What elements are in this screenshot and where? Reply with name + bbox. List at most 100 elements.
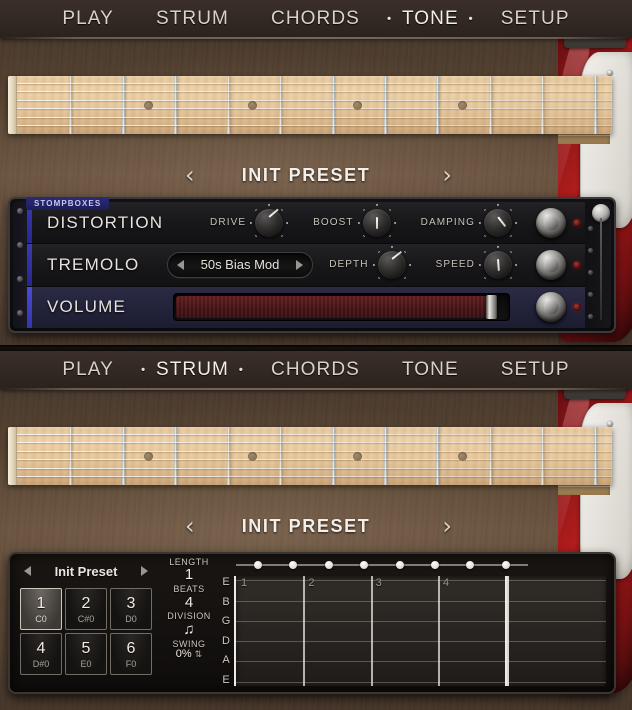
nav-item-play[interactable]: PLAY	[60, 359, 116, 381]
rack-rail-slider[interactable]	[600, 218, 602, 320]
nav-item-chords[interactable]: CHORDS	[269, 359, 362, 381]
control-damping: DAMPING	[421, 203, 517, 242]
pad-4[interactable]: 4 D#0	[20, 633, 62, 675]
nav-item-play[interactable]: PLAY	[60, 8, 116, 30]
fretboard-bottom[interactable]	[8, 427, 612, 485]
nav-item-setup[interactable]: SETUP	[499, 359, 572, 381]
guitar-string[interactable]	[17, 434, 612, 435]
volume-slider[interactable]	[173, 293, 510, 322]
beat-number: 4	[443, 577, 450, 589]
row-accent-bar	[27, 286, 32, 328]
stompboxes-label: STOMPBOXES	[34, 199, 102, 208]
preset-prev-button[interactable]: ‹	[185, 512, 195, 540]
nut	[8, 427, 17, 485]
guitar-string[interactable]	[17, 476, 612, 477]
length-dot[interactable]	[289, 561, 298, 569]
length-dot[interactable]	[395, 561, 404, 569]
nav-item-tone[interactable]: TONE	[400, 8, 461, 30]
preset-next-button[interactable]: ›	[442, 512, 452, 540]
pattern-name: Init Preset	[54, 563, 118, 579]
footswitch-distortion[interactable]	[536, 207, 566, 238]
screw-icon	[588, 314, 593, 319]
guitar-string[interactable]	[17, 467, 612, 469]
stompboxes-tab[interactable]: STOMPBOXES	[26, 197, 110, 210]
param-value[interactable]: 4	[173, 594, 204, 611]
stompbox-row-tremolo: TREMOLO 50s Bias Mod DEPTH SPEED	[27, 244, 585, 287]
drive-knob[interactable]	[250, 203, 289, 242]
control-drive: DRIVE	[210, 203, 289, 242]
dropdown-prev-icon[interactable]	[177, 259, 184, 270]
stompbox-rows: DISTORTION DRIVE BOOST DAMPING TREMOLO 50s Bi…	[27, 202, 585, 328]
pad-5[interactable]: 5 E0	[65, 633, 107, 675]
nav-item-strum[interactable]: STRUM	[154, 359, 231, 381]
guitar-string[interactable]	[17, 450, 612, 452]
pad-3[interactable]: 3 D0	[110, 588, 152, 630]
string-label: A	[222, 654, 230, 667]
control-depth: DEPTH	[329, 245, 411, 284]
screw-icon	[588, 292, 593, 297]
damping-knob[interactable]	[479, 203, 517, 242]
row-accent-bar	[27, 244, 32, 286]
dropdown-value: 50s Bias Mod	[200, 257, 280, 273]
preset-prev-button[interactable]: ‹	[185, 161, 195, 189]
tablature-grid[interactable]: 1 2 3 4	[234, 576, 606, 686]
param-value[interactable]: 0% ⇅	[173, 648, 206, 661]
string-label: B	[222, 595, 230, 608]
pad-note: C#0	[77, 613, 95, 624]
pad-1[interactable]: 1 C0	[20, 588, 62, 630]
nav-item-tone[interactable]: TONE	[400, 359, 461, 381]
pad-note: F0	[125, 658, 137, 669]
guitar-string[interactable]	[17, 83, 612, 84]
app-root: PLAY STRUM CHORDS TONE SETUP ‹ INIT PRESET ›…	[0, 0, 632, 710]
length-dot[interactable]	[360, 561, 369, 569]
string-label: G	[221, 615, 231, 628]
control-label: SPEED	[435, 259, 475, 271]
nav-item-chords[interactable]: CHORDS	[269, 8, 362, 30]
fretboard-top[interactable]	[8, 76, 612, 134]
swing-spinner-icon[interactable]: ⇅	[195, 649, 203, 659]
preset-next-button[interactable]: ›	[442, 161, 452, 189]
screw-icon	[17, 208, 23, 214]
nav-item-strum[interactable]: STRUM	[154, 8, 231, 30]
length-dot[interactable]	[324, 561, 333, 569]
pattern-next-icon[interactable]	[141, 566, 148, 576]
guitar-string[interactable]	[17, 125, 612, 126]
param-value[interactable]: 1	[169, 567, 209, 583]
length-dot[interactable]	[253, 561, 262, 569]
nav-item-setup[interactable]: SETUP	[499, 8, 572, 30]
pattern-prev-icon[interactable]	[24, 566, 31, 576]
beat-number: 1	[241, 577, 248, 589]
tremolo-mode-dropdown[interactable]: 50s Bias Mod	[167, 251, 313, 278]
volume-slider-handle[interactable]	[486, 295, 498, 320]
length-dot[interactable]	[466, 561, 475, 569]
guitar-string[interactable]	[17, 442, 612, 444]
guitar-string[interactable]	[17, 108, 612, 110]
strum-sequencer: Init Preset 1 C0 2 C#0 3 D0 4 D#0 5 E0 6 F0 LENGTH 1…	[8, 552, 616, 694]
guitar-string[interactable]	[17, 459, 612, 461]
guitar-string[interactable]	[17, 99, 612, 101]
string-label: E	[222, 576, 230, 588]
footswitch-tremolo[interactable]	[536, 249, 566, 280]
param-value[interactable]: ♫	[167, 622, 211, 638]
dropdown-next-icon[interactable]	[296, 259, 303, 270]
footswitch-volume[interactable]	[536, 292, 566, 323]
inlay-dot-icon	[143, 101, 153, 110]
effect-name: DISTORTION	[47, 212, 164, 232]
length-dot[interactable]	[430, 561, 439, 569]
pad-6[interactable]: 6 F0	[110, 633, 152, 675]
length-selector[interactable]	[236, 561, 528, 569]
guitar-string[interactable]	[17, 91, 612, 93]
screw-icon	[588, 226, 593, 231]
boost-knob[interactable]	[357, 203, 396, 242]
knob-group: DEPTH SPEED	[329, 245, 517, 284]
knob-tick-ring	[250, 203, 289, 242]
guitar-string[interactable]	[17, 116, 612, 118]
pattern-select[interactable]: Init Preset	[20, 560, 152, 582]
speed-knob[interactable]	[479, 245, 517, 284]
param-beats: BEATS 4	[173, 584, 204, 611]
depth-knob[interactable]	[372, 245, 411, 284]
length-dot[interactable]	[501, 561, 510, 569]
pad-2[interactable]: 2 C#0	[65, 588, 107, 630]
tab-string-line	[236, 661, 606, 663]
bottom-navbar: PLAY STRUM CHORDS TONE SETUP	[0, 351, 632, 390]
